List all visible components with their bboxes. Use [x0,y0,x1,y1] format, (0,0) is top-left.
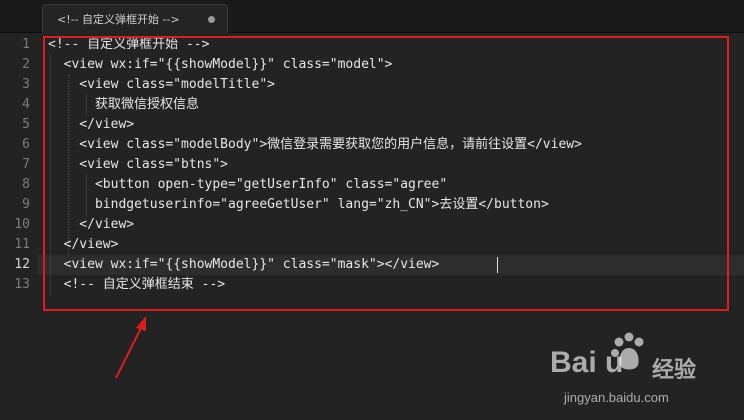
line-number: 2 [22,57,30,72]
annotation-arrow-icon [115,316,146,379]
line-number: 8 [22,177,30,192]
line-number: 13 [14,277,30,292]
watermark-url: jingyan.baidu.com [564,390,669,405]
text-cursor [497,257,498,273]
annotation-highlight-box [43,36,729,311]
baidu-watermark: Bai u 经验 jingyan.baidu.com [550,332,730,412]
line-number: 10 [14,217,30,232]
line-number: 1 [22,37,30,52]
line-number: 6 [22,137,30,152]
line-number-gutter: 1 2 3 4 5 6 7 8 9 10 11 12 13 [0,33,38,420]
tab-label: <!-- 自定义弹框开始 --> [57,13,180,26]
unsaved-dot-icon[interactable] [208,15,215,23]
watermark-product: 经验 [652,358,697,383]
line-number: 5 [22,117,30,132]
line-number: 11 [14,237,30,252]
line-number: 3 [22,77,30,92]
line-number: 7 [22,157,30,172]
line-number: 4 [22,97,30,112]
baidu-paw-icon [611,332,644,370]
tab-bar: <!-- 自定义弹框开始 --> [0,0,744,33]
tab-active-file[interactable]: <!-- 自定义弹框开始 --> [42,4,228,33]
line-number: 12 [14,257,30,272]
line-number: 9 [22,197,30,212]
